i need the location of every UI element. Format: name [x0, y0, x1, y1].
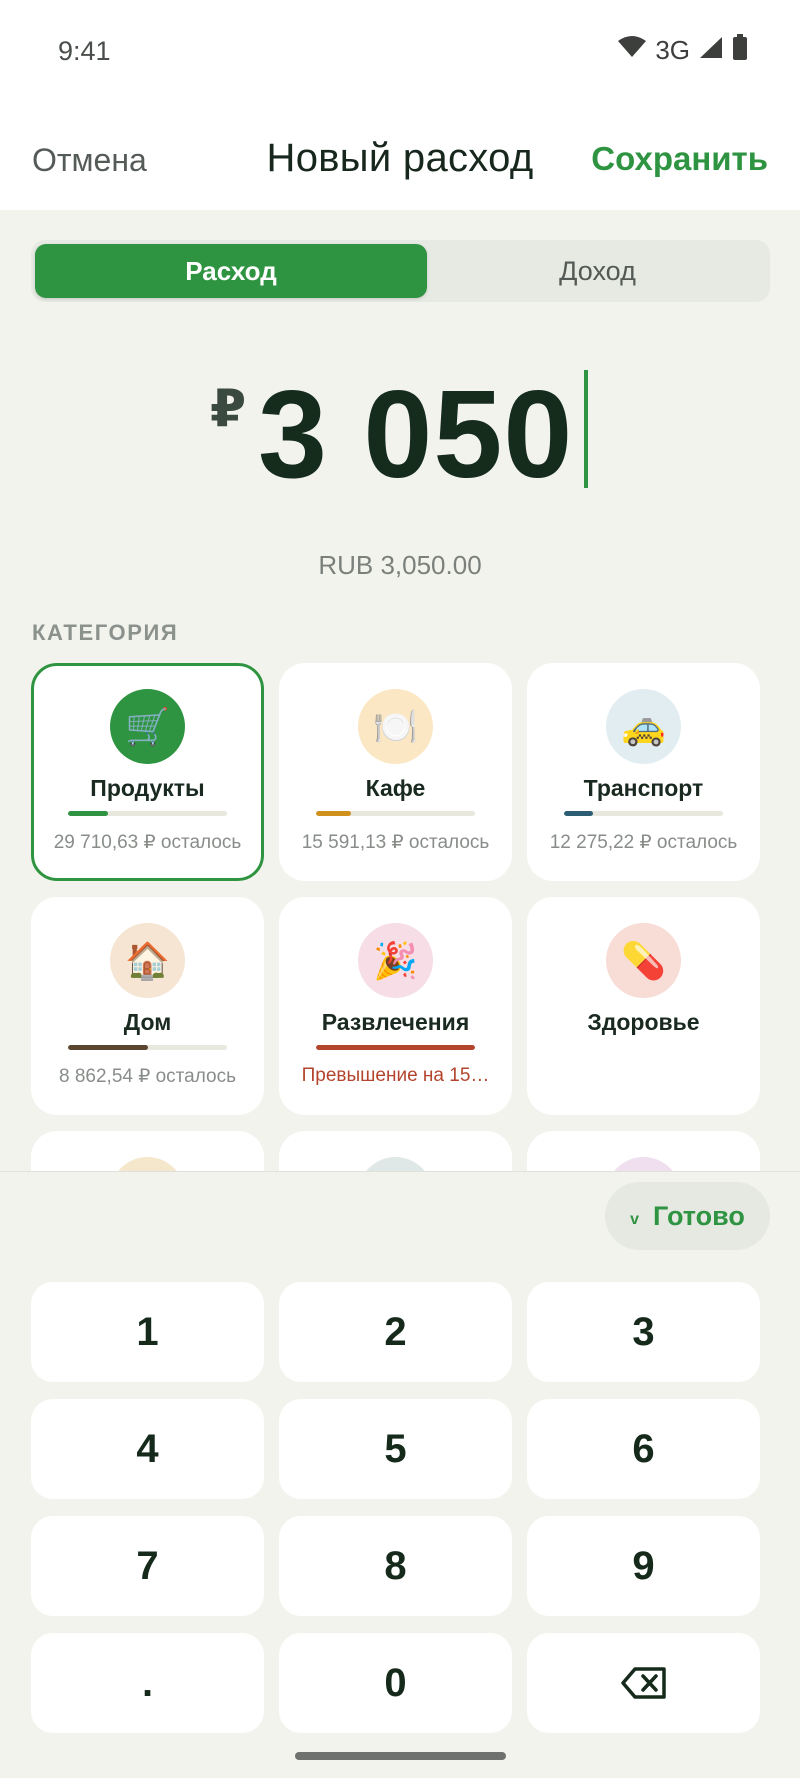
key-3[interactable]: 3 [527, 1282, 760, 1382]
category-card-transport[interactable]: 🚕 Транспорт 12 275,22 ₽ осталось [527, 663, 760, 881]
backspace-icon [620, 1667, 666, 1699]
status-icons: 3G [617, 34, 748, 67]
budget-progress-fill [316, 811, 351, 816]
budget-progress-bar [68, 811, 227, 816]
tab-income[interactable]: Доход [429, 244, 766, 298]
network-label: 3G [655, 35, 690, 65]
plate-cutlery-icon: 🍽️ [358, 689, 433, 764]
category-name: Здоровье [587, 1009, 700, 1035]
backspace-key[interactable] [527, 1633, 760, 1733]
budget-progress-fill [316, 1045, 475, 1050]
category-budget-remaining: 15 591,13 ₽ осталось [301, 832, 490, 853]
transaction-type-switch: Расход Доход [31, 240, 770, 302]
text-cursor [584, 370, 588, 488]
status-bar: 9:41 3G [0, 0, 800, 100]
key-9[interactable]: 9 [527, 1516, 760, 1616]
cell-signal-icon [698, 35, 724, 66]
save-button[interactable]: Сохранить [591, 140, 768, 178]
budget-progress-fill [564, 811, 593, 816]
done-button[interactable]: v Готово [605, 1182, 770, 1250]
done-label: Готово [653, 1200, 745, 1231]
home-indicator[interactable] [295, 1752, 506, 1760]
house-icon: 🏠 [110, 923, 185, 998]
category-icon-partial [110, 1157, 185, 1171]
budget-progress-fill [68, 811, 108, 816]
category-name: Дом [123, 1009, 172, 1035]
key-8[interactable]: 8 [279, 1516, 512, 1616]
key-6[interactable]: 6 [527, 1399, 760, 1499]
numeric-keypad: v Готово 1 2 3 4 5 6 7 8 9 . 0 [0, 1171, 800, 1778]
category-section-label: КАТЕГОРИЯ [32, 620, 179, 645]
category-card-products[interactable]: 🛒 Продукты 29 710,63 ₽ осталось [31, 663, 264, 881]
category-card-cafe[interactable]: 🍽️ Кафе 15 591,13 ₽ осталось [279, 663, 512, 881]
category-card-entertainment[interactable]: 🎉 Развлечения Превышение на 15… [279, 897, 512, 1115]
battery-icon [732, 34, 748, 67]
status-time: 9:41 [58, 36, 111, 66]
budget-progress-bar [564, 811, 723, 816]
key-1[interactable]: 1 [31, 1282, 264, 1382]
budget-progress-bar [68, 1045, 227, 1050]
amount-value: 3 050 [258, 366, 574, 504]
category-icon-partial [358, 1157, 433, 1171]
budget-progress-fill [68, 1045, 148, 1050]
key-2[interactable]: 2 [279, 1282, 512, 1382]
tab-expense[interactable]: Расход [35, 244, 427, 298]
pill-icon: 💊 [606, 923, 681, 998]
category-name: Продукты [90, 775, 205, 801]
budget-progress-bar [316, 811, 475, 816]
category-icon-partial [606, 1157, 681, 1171]
category-budget-remaining: 12 275,22 ₽ осталось [549, 832, 738, 853]
category-card-health[interactable]: 💊 Здоровье [527, 897, 760, 1115]
key-4[interactable]: 4 [31, 1399, 264, 1499]
category-card-partial[interactable] [279, 1131, 512, 1171]
category-budget-remaining: 8 862,54 ₽ осталось [59, 1066, 236, 1087]
category-card-partial[interactable] [527, 1131, 760, 1171]
key-0[interactable]: 0 [279, 1633, 512, 1733]
key-7[interactable]: 7 [31, 1516, 264, 1616]
chevron-down-icon: v [630, 1211, 639, 1228]
currency-symbol: ₽ [210, 380, 247, 438]
key-decimal[interactable]: . [31, 1633, 264, 1733]
party-popper-icon: 🎉 [358, 923, 433, 998]
taxi-icon: 🚕 [606, 689, 681, 764]
category-card-partial[interactable] [31, 1131, 264, 1171]
budget-progress-bar [316, 1045, 475, 1050]
category-budget-remaining: 29 710,63 ₽ осталось [53, 832, 242, 853]
category-name: Развлечения [321, 1009, 470, 1035]
category-card-home[interactable]: 🏠 Дом 8 862,54 ₽ осталось [31, 897, 264, 1115]
category-name: Транспорт [583, 775, 704, 801]
shopping-cart-icon: 🛒 [110, 689, 185, 764]
category-name: Кафе [365, 775, 426, 801]
wifi-icon [617, 35, 647, 66]
key-5[interactable]: 5 [279, 1399, 512, 1499]
category-budget-over: Превышение на 15… [301, 1065, 490, 1086]
amount-formatted: RUB 3,050.00 [318, 550, 482, 580]
top-app-bar: Отмена Новый расход Сохранить [0, 100, 800, 210]
amount-display[interactable]: ₽ 3 050 [0, 365, 800, 505]
category-grid: 🛒 Продукты 29 710,63 ₽ осталось 🍽️ Кафе … [31, 663, 771, 1171]
